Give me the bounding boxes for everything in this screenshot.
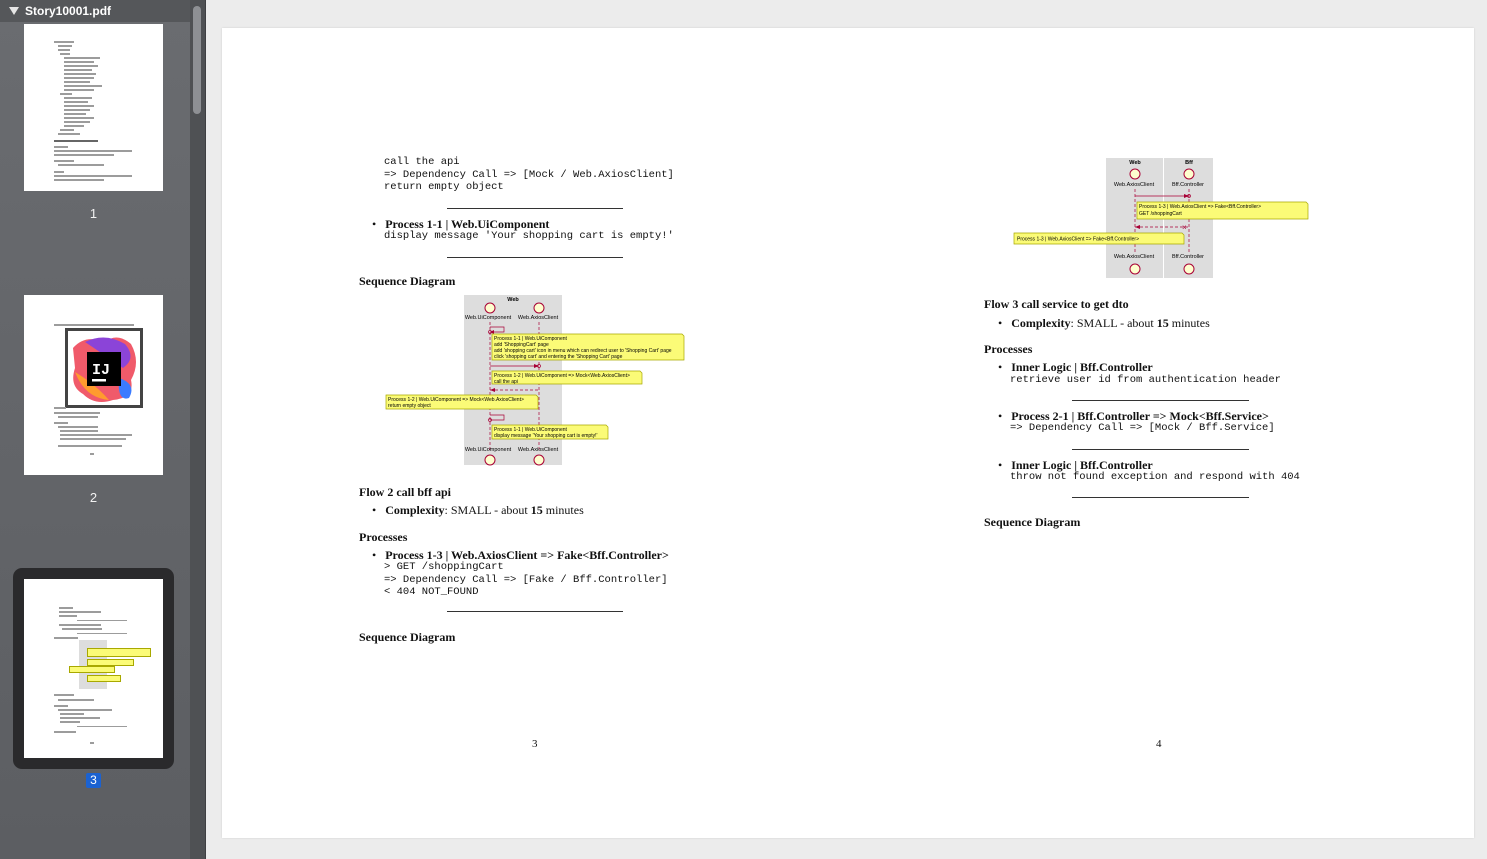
disclosure-triangle-icon[interactable] [9, 6, 19, 16]
pdf-spread: call the api => Dependency Call => [Mock … [222, 28, 1474, 838]
bullet-icon: • [372, 217, 377, 231]
flow-heading: Flow 3 call service to get dto [984, 297, 1129, 311]
pdf-page-3: call the api => Dependency Call => [Mock … [222, 28, 848, 838]
participant-circle-icon [533, 302, 545, 314]
section-heading: Sequence Diagram [984, 515, 1081, 529]
process-title: Inner Logic | Bff.Controller [1011, 458, 1153, 472]
participant-circle-icon [1129, 168, 1141, 180]
page-thumbnail-label-2: 2 [89, 490, 98, 505]
complexity-minutes: 15 [1156, 316, 1169, 330]
process-title: Process 1-1 | Web.UiComponent [385, 217, 550, 231]
section-heading: Sequence Diagram [359, 274, 456, 288]
page-thumbnail-1[interactable] [24, 24, 163, 191]
participant-circle-icon [1183, 168, 1195, 180]
complexity-label: Complexity [1011, 316, 1071, 330]
horizontal-rule [447, 257, 623, 258]
sidebar-scrollbar-thumb[interactable] [193, 6, 201, 114]
horizontal-rule [1072, 400, 1249, 401]
complexity-value: : SMALL - about [1070, 316, 1157, 330]
participant-label: Web.AxiosClient [518, 447, 559, 453]
note-line: click 'shopping cart' and entering the '… [494, 354, 623, 360]
participant-circle-icon [1183, 263, 1195, 275]
complexity-item: • Complexity: SMALL - about 15 minutes [998, 316, 1210, 331]
participant-circle-icon [484, 302, 496, 314]
participant-circle-icon [1129, 263, 1141, 275]
group-label: Web [507, 297, 519, 303]
horizontal-rule [1072, 449, 1249, 450]
bullet-icon: • [998, 409, 1003, 423]
complexity-item: • Complexity: SMALL - about 15 minutes [372, 503, 584, 518]
thumbnail-sidebar: Story10001.pdf 1 IJ 2 3 [0, 0, 206, 859]
page-number: 4 [1156, 738, 1162, 750]
section-heading: Processes [359, 530, 408, 544]
bullet-icon: • [998, 360, 1003, 374]
bullet-icon: • [998, 316, 1003, 330]
note-line: Process 1-3 | Web.AxiosClient => Fake<Bf… [1139, 204, 1261, 210]
participant-label: Web.AxiosClient [1114, 182, 1155, 188]
participant-label: Bff.Controller [1172, 182, 1204, 188]
process-title: Process 1-3 | Web.AxiosClient => Fake<Bf… [385, 548, 669, 562]
intellij-logo-icon: IJ [68, 331, 140, 405]
bullet-icon: • [372, 503, 377, 517]
bullet-icon: • [372, 548, 377, 562]
note-line: display message 'Your shopping cart is e… [494, 433, 597, 439]
lost-message-x-icon: × [1182, 223, 1187, 232]
intellij-logo-image: IJ [65, 328, 143, 408]
code-line: => Dependency Call => [Fake / Bff.Contro… [384, 573, 668, 586]
process-code: display message 'Your shopping cart is e… [384, 230, 674, 242]
code-line: => Dependency Call => [Mock / Web.AxiosC… [384, 168, 674, 181]
code-line: > GET /shoppingCart [384, 561, 504, 573]
complexity-unit: minutes [542, 503, 584, 517]
page-thumbnail-label-1: 1 [89, 206, 98, 221]
complexity-unit: minutes [1168, 316, 1210, 330]
complexity-value: : SMALL - about [444, 503, 531, 517]
process-code: retrieve user id from authentication hea… [1010, 374, 1281, 386]
participant-circle-icon [533, 454, 545, 466]
document-header[interactable]: Story10001.pdf [0, 0, 190, 22]
group-label: Web [1129, 160, 1141, 166]
horizontal-rule [447, 611, 623, 612]
note-line: Process 1-3 | Web.AxiosClient => Fake<Bf… [1017, 237, 1139, 243]
sequence-diagram-2: Web Bff Web.AxiosClient Bff.Controller P… [1013, 158, 1309, 278]
pdf-page-4: Web Bff Web.AxiosClient Bff.Controller P… [848, 28, 1474, 838]
page-number: 3 [532, 738, 538, 750]
participant-label: Bff.Controller [1172, 254, 1204, 260]
sequence-diagram-1: Web Web.UiComponent Web.AxiosClient Proc… [385, 295, 685, 466]
process-code: > GET /shoppingCart => Dependency Call =>… [384, 561, 668, 599]
code-line: < 404 NOT_FOUND [384, 586, 479, 598]
code-line: call the api [384, 156, 460, 168]
participant-label: Web.AxiosClient [1114, 254, 1155, 260]
section-heading: Processes [984, 342, 1033, 356]
participant-label: Web.UiComponent [465, 315, 512, 321]
process-code: throw not found exception and respond wi… [1010, 471, 1300, 483]
group-label: Bff [1185, 160, 1193, 166]
participant-label: Web.AxiosClient [518, 315, 559, 321]
svg-text:IJ: IJ [92, 362, 110, 379]
complexity-minutes: 15 [530, 503, 543, 517]
complexity-label: Complexity [385, 503, 445, 517]
horizontal-rule [1072, 497, 1249, 498]
note-line: call the api [494, 379, 518, 385]
participant-circle-icon [484, 454, 496, 466]
bullet-icon: • [998, 458, 1003, 472]
sidebar-scrollbar-track[interactable] [190, 0, 205, 859]
document-file-name: Story10001.pdf [25, 4, 112, 18]
participant-label: Web.UiComponent [465, 447, 512, 453]
note-line: return empty object [388, 403, 431, 409]
section-heading: Sequence Diagram [359, 630, 456, 644]
code-block-call-api: call the api => Dependency Call => [Mock … [384, 156, 674, 194]
process-item: • Inner Logic | Bff.Controller [998, 360, 1153, 375]
process-code: => Dependency Call => [Mock / Bff.Servic… [1010, 422, 1275, 434]
flow-heading: Flow 2 call bff api [359, 485, 451, 499]
note-line: GET /shoppingCart [1139, 211, 1182, 217]
page-thumbnail-label-3: 3 [86, 773, 101, 788]
page-thumbnail-3[interactable] [24, 579, 163, 758]
process-title: Process 2-1 | Bff.Controller => Mock<Bff… [1011, 409, 1269, 423]
process-title: Inner Logic | Bff.Controller [1011, 360, 1153, 374]
code-line: return empty object [384, 181, 504, 193]
horizontal-rule [447, 208, 623, 209]
page-thumbnail-2[interactable]: IJ [24, 295, 163, 475]
